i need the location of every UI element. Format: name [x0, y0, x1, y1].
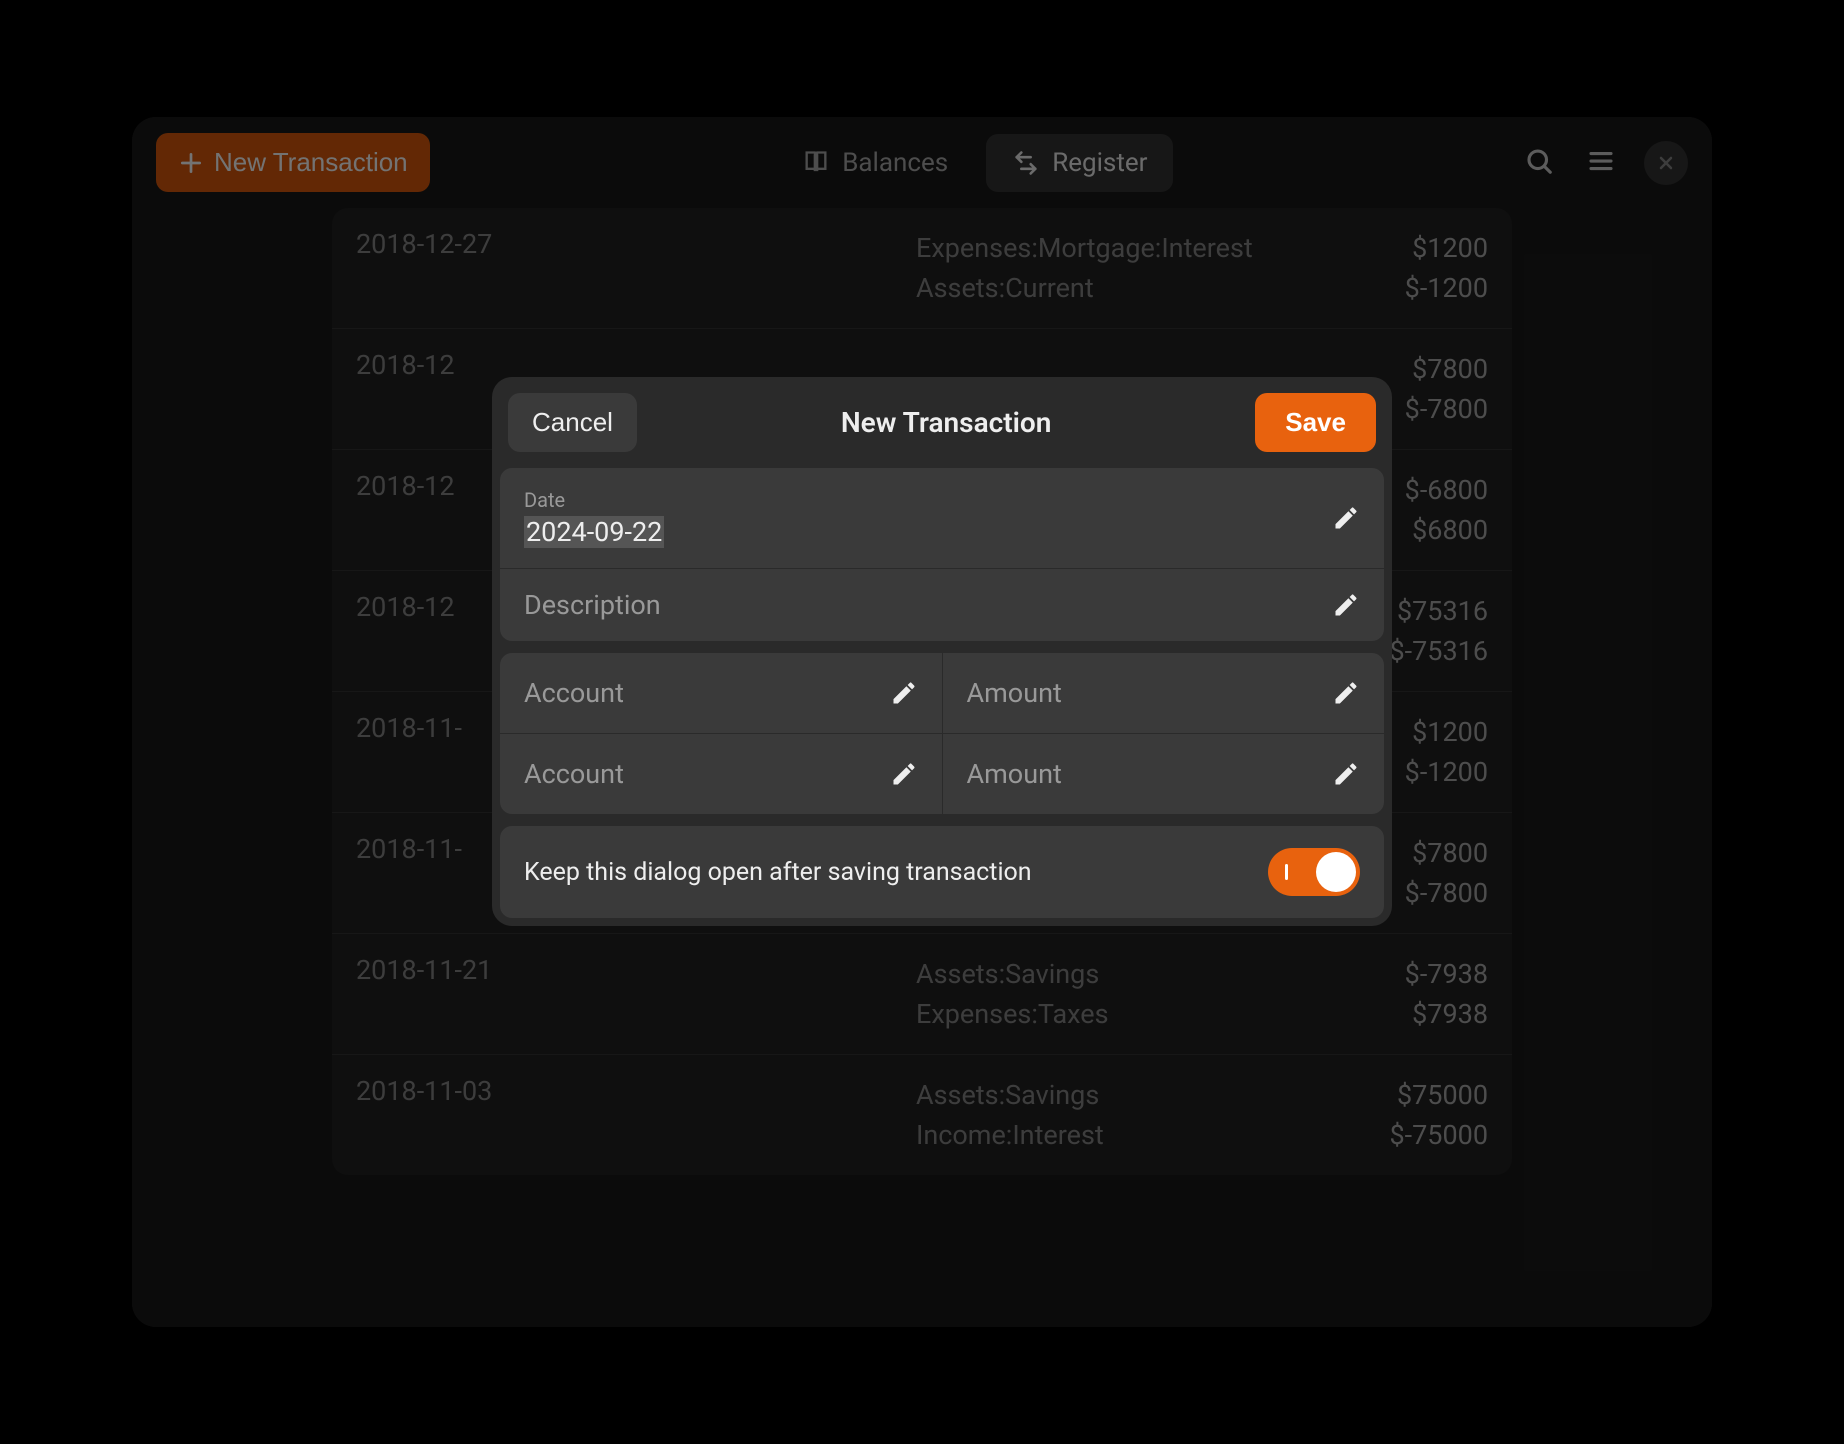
edit-icon	[890, 760, 918, 788]
split-row-1: Account Amount	[500, 653, 1384, 734]
edit-icon	[1332, 504, 1360, 532]
description-placeholder: Description	[524, 589, 661, 621]
account-field-1[interactable]: Account	[500, 653, 943, 733]
edit-icon	[1332, 591, 1360, 619]
dialog-header: Cancel New Transaction Save	[500, 385, 1384, 468]
edit-icon	[1332, 760, 1360, 788]
edit-icon	[890, 679, 918, 707]
date-field[interactable]: Date 2024-09-22	[500, 468, 1384, 569]
cancel-button[interactable]: Cancel	[508, 393, 637, 452]
keep-open-label: Keep this dialog open after saving trans…	[524, 858, 1032, 887]
dialog-title: New Transaction	[841, 406, 1052, 439]
modal-overlay[interactable]: Cancel New Transaction Save Date 2024-09…	[132, 117, 1712, 1327]
new-transaction-dialog: Cancel New Transaction Save Date 2024-09…	[492, 377, 1392, 926]
app-window: New Transaction Balances Register	[132, 117, 1712, 1327]
amount-field-2[interactable]: Amount	[943, 734, 1385, 814]
toggle-on-indicator	[1285, 864, 1288, 880]
amount-field-1[interactable]: Amount	[943, 653, 1385, 733]
account-field-2[interactable]: Account	[500, 734, 943, 814]
keep-open-toggle[interactable]	[1268, 848, 1360, 896]
amount-placeholder: Amount	[967, 677, 1062, 709]
description-field[interactable]: Description	[500, 569, 1384, 641]
split-row-2: Account Amount	[500, 734, 1384, 814]
amount-placeholder: Amount	[967, 758, 1062, 790]
main-fields-group: Date 2024-09-22 Description	[500, 468, 1384, 641]
date-label: Date	[524, 488, 664, 512]
account-placeholder: Account	[524, 677, 624, 709]
save-button[interactable]: Save	[1255, 393, 1376, 452]
account-placeholder: Account	[524, 758, 624, 790]
keep-open-row: Keep this dialog open after saving trans…	[500, 826, 1384, 918]
toggle-thumb	[1316, 852, 1356, 892]
edit-icon	[1332, 679, 1360, 707]
date-value: 2024-09-22	[524, 516, 664, 548]
splits-group: Account Amount Account Amount	[500, 653, 1384, 814]
